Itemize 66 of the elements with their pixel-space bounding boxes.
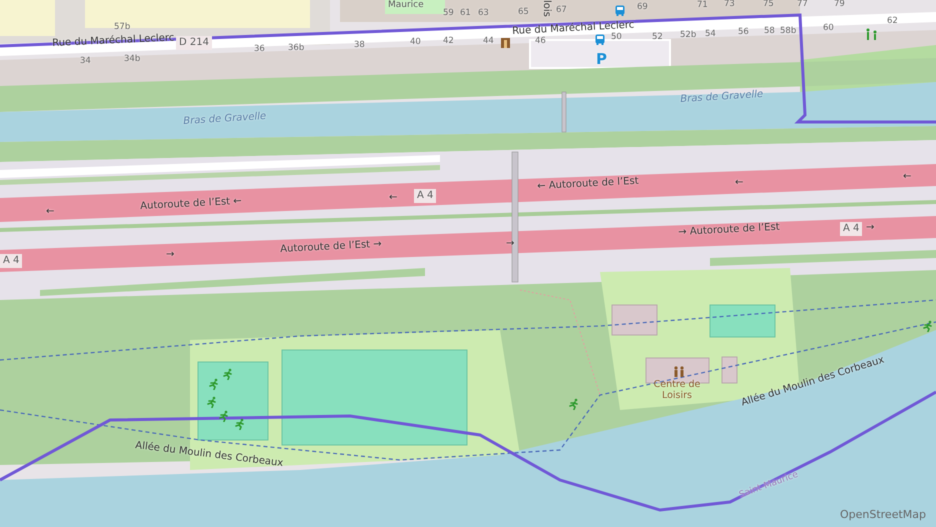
house-number: 79 [834, 0, 845, 10]
gate-icon [501, 38, 510, 48]
bus-icon [595, 34, 605, 45]
runner-icon [568, 398, 580, 410]
house-number: 75 [763, 0, 774, 10]
house-number: 60 [823, 24, 834, 34]
people-icon [672, 366, 686, 377]
house-number: 59 [443, 9, 454, 19]
house-number: 52b [680, 31, 696, 41]
oneway-arrow: ← [903, 171, 912, 182]
house-number: 57b [114, 23, 130, 33]
house-number: 36b [288, 44, 304, 54]
runner-icon [234, 418, 246, 430]
house-number: 58 [764, 27, 775, 37]
house-number: 52 [652, 33, 663, 43]
oneway-arrow: ← [389, 192, 398, 204]
house-number: 67 [556, 6, 567, 16]
house-number: 69 [637, 3, 648, 13]
street-label: Allée du Moulin des Corbeaux [134, 440, 284, 470]
place-label: Maurice [388, 0, 424, 10]
oneway-arrow: → [166, 249, 174, 260]
house-number: 63 [478, 9, 489, 19]
street-label: Autoroute de l’Est → [280, 238, 382, 256]
house-number: 71 [697, 1, 708, 11]
road-number: A 4 [840, 222, 862, 236]
road-number: A 4 [0, 254, 22, 268]
house-number: 77 [797, 0, 808, 10]
house-number: 61 [460, 9, 471, 19]
house-number: 44 [483, 37, 494, 47]
house-number: 42 [443, 37, 454, 47]
street-label: ← Autoroute de l’Est [537, 176, 639, 192]
house-number: 62 [887, 17, 898, 27]
runner-icon [206, 396, 218, 408]
attribution-text: OpenStreetMap [840, 508, 926, 521]
runner-icon [208, 378, 220, 390]
oneway-arrow: → [506, 238, 514, 250]
house-number: 50 [611, 33, 622, 43]
poi-label: Centre de Loisirs [652, 380, 702, 402]
house-number: 38 [354, 41, 365, 51]
house-number: 34 [80, 57, 91, 67]
house-number: 65 [518, 8, 529, 18]
runner-icon [222, 368, 234, 380]
house-number: 73 [724, 0, 735, 10]
oneway-arrow: ← [735, 177, 744, 188]
house-number: 34b [124, 55, 140, 65]
house-number: 56 [738, 28, 749, 38]
bus-icon [615, 5, 625, 16]
house-number: 54 [705, 30, 716, 40]
house-number: 40 [410, 38, 421, 48]
street-label: lois [540, 0, 552, 17]
street-label: → Autoroute de l’Est [678, 222, 780, 238]
oneway-arrow: → [866, 222, 874, 234]
house-number: 46 [535, 37, 546, 47]
playground-icon [864, 28, 878, 40]
runner-icon [922, 320, 934, 332]
oneway-arrow: ← [46, 206, 54, 218]
runner-icon [218, 410, 230, 422]
house-number: 36 [254, 45, 265, 55]
road-number: A 4 [414, 189, 436, 202]
road-number: D 214 [176, 36, 212, 50]
water-label: Bras de Gravelle [183, 110, 266, 128]
house-number: 58b [780, 27, 796, 37]
street-label: Rue du Maréchal Leclerc [52, 32, 175, 50]
street-label: Autoroute de l’Est ← [140, 196, 242, 212]
parking-label: P [596, 51, 607, 68]
water-label: Bras de Gravelle [680, 88, 764, 106]
